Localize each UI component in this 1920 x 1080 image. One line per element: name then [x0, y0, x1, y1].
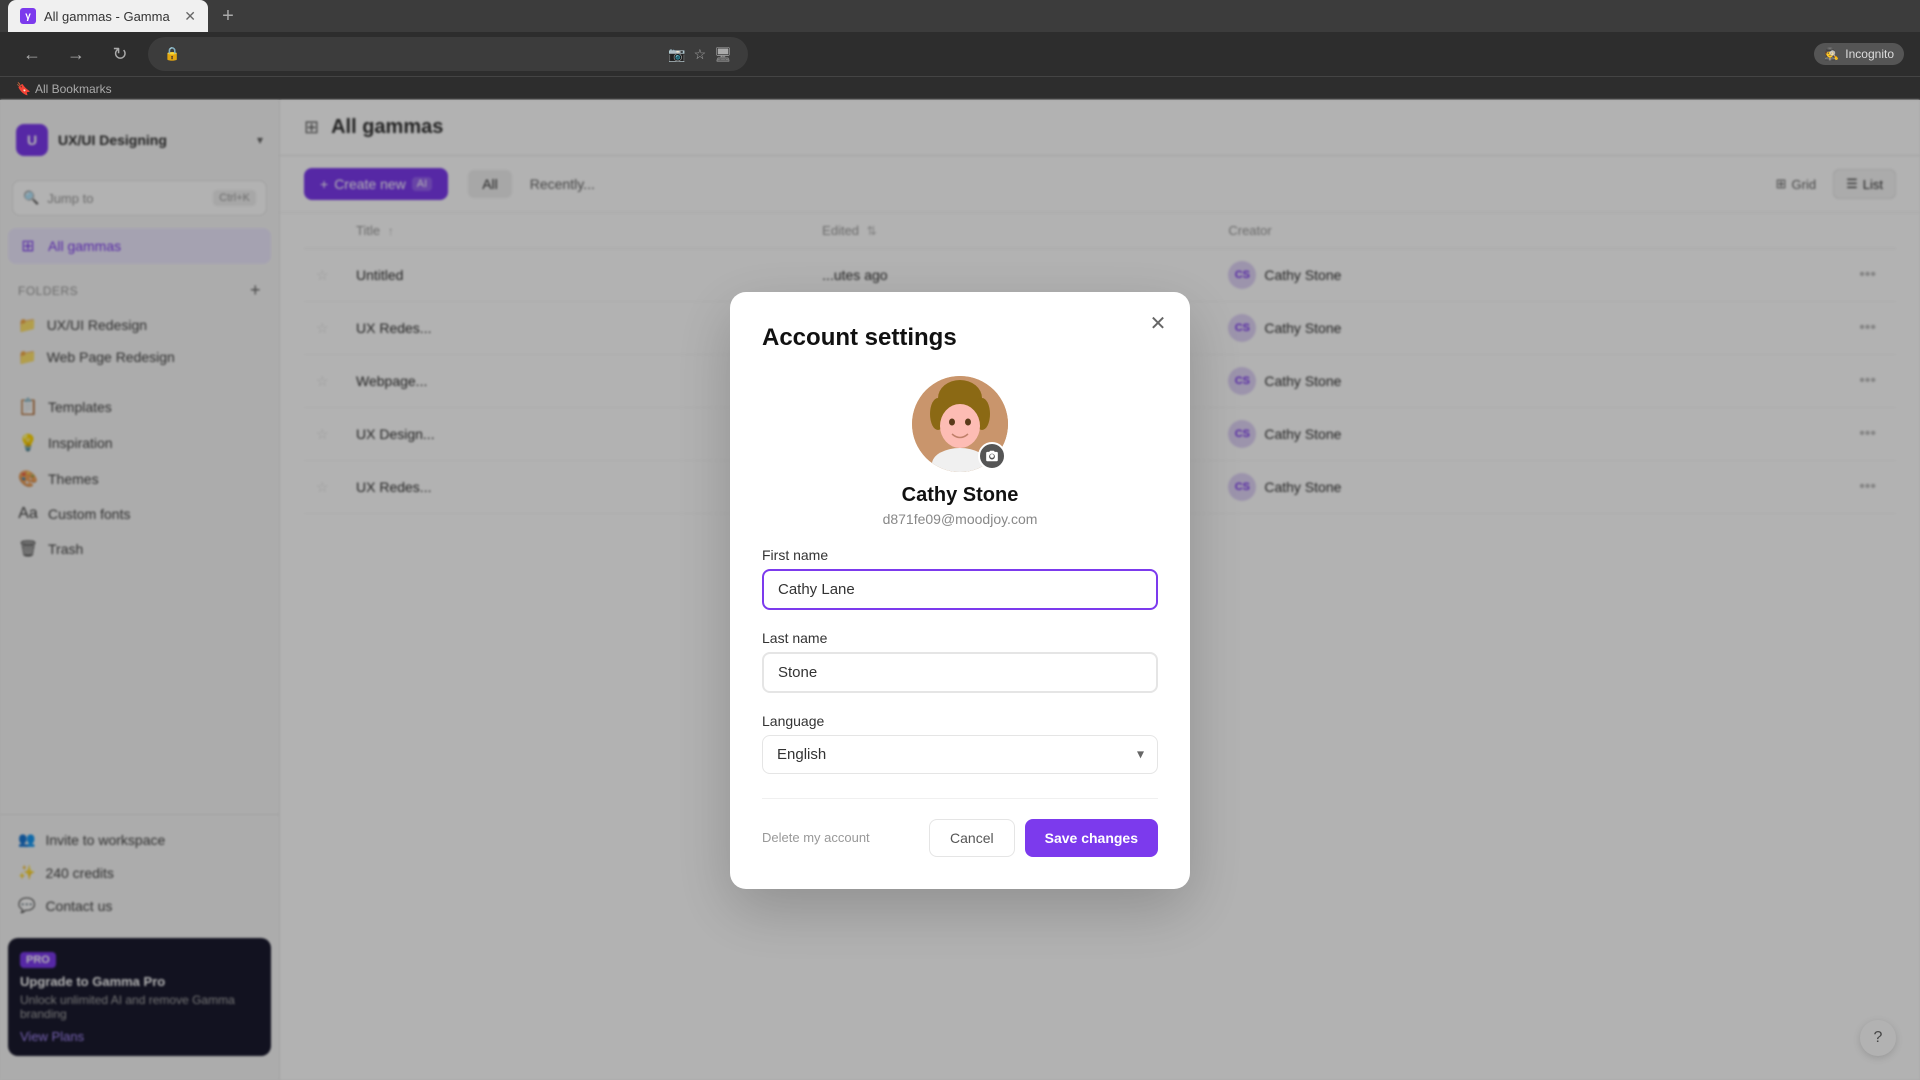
- language-select[interactable]: English Spanish French German Portuguese: [762, 735, 1158, 774]
- active-tab[interactable]: γ All gammas - Gamma ✕: [8, 0, 208, 32]
- browser-chrome: γ All gammas - Gamma ✕ + ← → ↻ 🔒 gamma.a…: [0, 0, 1920, 100]
- refresh-button[interactable]: ↻: [104, 38, 136, 70]
- language-label: Language: [762, 713, 1158, 729]
- first-name-group: First name: [762, 547, 1158, 610]
- browser-right-controls: 🕵 Incognito: [1814, 43, 1904, 65]
- browser-tabs: γ All gammas - Gamma ✕ +: [0, 0, 1920, 32]
- tab-close-button[interactable]: ✕: [184, 8, 196, 25]
- first-name-input[interactable]: [762, 569, 1158, 610]
- account-settings-modal: Account settings ✕: [730, 292, 1190, 889]
- modal-actions: Cancel Save changes: [929, 819, 1158, 857]
- first-name-label: First name: [762, 547, 1158, 563]
- new-tab-button[interactable]: +: [212, 0, 244, 32]
- bookmarks-bar: 🔖 All Bookmarks: [0, 76, 1920, 100]
- modal-close-button[interactable]: ✕: [1142, 308, 1174, 340]
- incognito-icon: 🕵: [1824, 47, 1839, 61]
- language-group: Language English Spanish French German P…: [762, 713, 1158, 774]
- bookmarks-label: All Bookmarks: [35, 82, 112, 96]
- user-email: d871fe09@moodjoy.com: [883, 511, 1038, 527]
- modal-title: Account settings: [762, 324, 1158, 352]
- address-bar[interactable]: 🔒 gamma.app/#all 📷 ☆ 🖥: [148, 37, 748, 71]
- bookmarks-icon: 🔖: [16, 82, 31, 96]
- url-input[interactable]: gamma.app/#all: [188, 47, 660, 62]
- modal-overlay[interactable]: Account settings ✕: [0, 100, 1920, 1080]
- delete-account-link[interactable]: Delete my account: [762, 830, 870, 845]
- camera-off-icon: 📷: [668, 46, 685, 63]
- save-changes-button[interactable]: Save changes: [1025, 819, 1158, 857]
- user-display-name: Cathy Stone: [902, 484, 1019, 507]
- lock-icon: 🔒: [164, 46, 180, 62]
- modal-footer: Delete my account Cancel Save changes: [762, 798, 1158, 857]
- language-select-wrapper: English Spanish French German Portuguese…: [762, 735, 1158, 774]
- last-name-group: Last name: [762, 630, 1158, 693]
- star-icon: ☆: [694, 46, 707, 63]
- change-avatar-button[interactable]: [978, 442, 1006, 470]
- tab-label: All gammas - Gamma: [44, 9, 170, 24]
- browser-toolbar: ← → ↻ 🔒 gamma.app/#all 📷 ☆ 🖥 🕵 Incognito: [0, 32, 1920, 76]
- tab-favicon: γ: [20, 8, 36, 24]
- forward-button[interactable]: →: [60, 38, 92, 70]
- incognito-badge: 🕵 Incognito: [1814, 43, 1904, 65]
- address-bar-icons: 📷 ☆ 🖥: [668, 46, 732, 63]
- last-name-input[interactable]: [762, 652, 1158, 693]
- last-name-label: Last name: [762, 630, 1158, 646]
- device-icon: 🖥: [714, 46, 732, 63]
- cancel-button[interactable]: Cancel: [929, 819, 1015, 857]
- back-button[interactable]: ←: [16, 38, 48, 70]
- avatar-section: Cathy Stone d871fe09@moodjoy.com: [762, 376, 1158, 527]
- avatar-wrapper: [912, 376, 1008, 472]
- incognito-label: Incognito: [1845, 47, 1894, 61]
